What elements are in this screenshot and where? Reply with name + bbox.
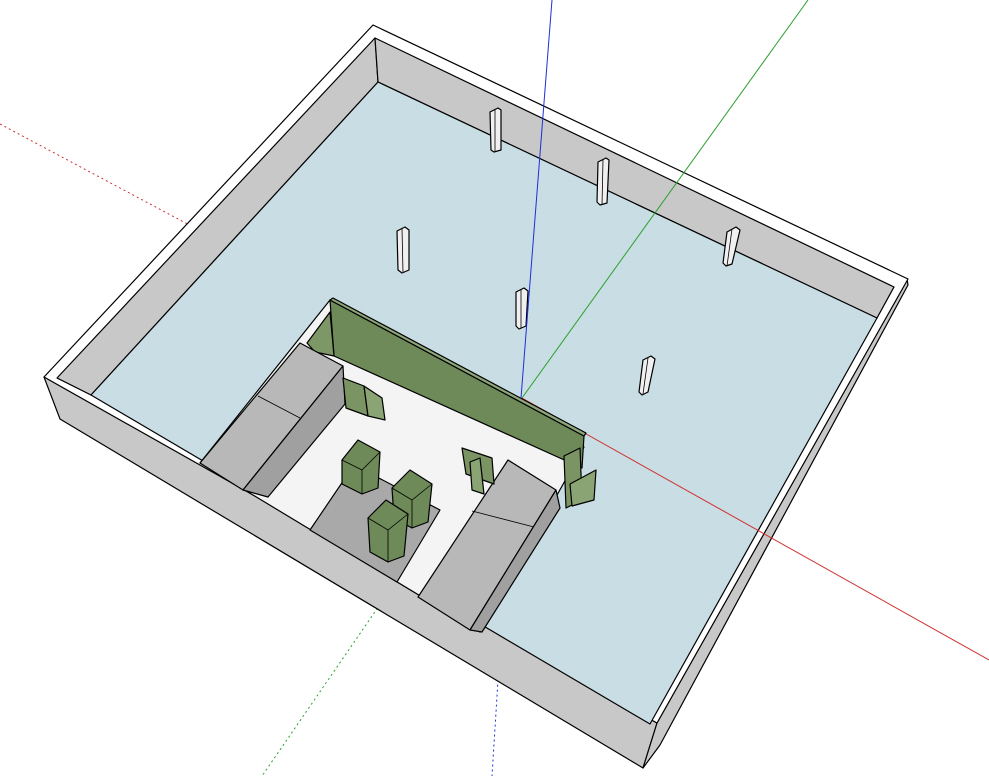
3d-scene-canvas[interactable] — [0, 0, 989, 776]
column-5[interactable] — [515, 287, 529, 330]
column-3[interactable] — [396, 226, 410, 274]
column-1[interactable] — [489, 107, 502, 153]
modeling-viewport[interactable] — [0, 0, 989, 776]
column-2[interactable] — [596, 157, 610, 206]
